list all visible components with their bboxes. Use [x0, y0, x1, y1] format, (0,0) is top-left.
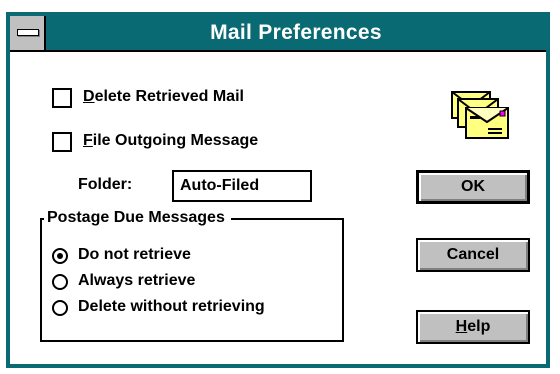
do-not-retrieve-label[interactable]: Do not retrieve: [78, 246, 191, 264]
mail-preferences-dialog: Mail Preferences Delete Retrieved Mail F…: [6, 12, 550, 368]
mail-envelopes-icon: [451, 91, 509, 139]
delete-without-retrieving-label[interactable]: Delete without retrieving: [78, 298, 265, 316]
file-outgoing-message-checkbox[interactable]: [52, 132, 72, 152]
file-outgoing-message-label[interactable]: File Outgoing Message: [83, 132, 258, 150]
help-button[interactable]: Help: [416, 310, 530, 344]
delete-retrieved-mail-label[interactable]: Delete Retrieved Mail: [83, 88, 244, 106]
title-bar[interactable]: Mail Preferences: [10, 16, 546, 52]
ok-button[interactable]: OK: [416, 170, 530, 204]
postage-due-group-title: Postage Due Messages: [44, 207, 231, 229]
system-menu-icon: [17, 29, 39, 36]
radio-always-retrieve[interactable]: [52, 274, 68, 290]
folder-field[interactable]: Auto-Filed: [172, 170, 312, 202]
system-menu-button[interactable]: [10, 16, 46, 50]
always-retrieve-label[interactable]: Always retrieve: [78, 272, 195, 290]
radio-delete-without-retrieving[interactable]: [52, 300, 68, 316]
delete-retrieved-mail-checkbox[interactable]: [52, 88, 72, 108]
folder-label: Folder:: [78, 176, 133, 193]
radio-do-not-retrieve[interactable]: [52, 248, 68, 264]
window-title: Mail Preferences: [210, 21, 382, 44]
cancel-button[interactable]: Cancel: [416, 238, 530, 272]
